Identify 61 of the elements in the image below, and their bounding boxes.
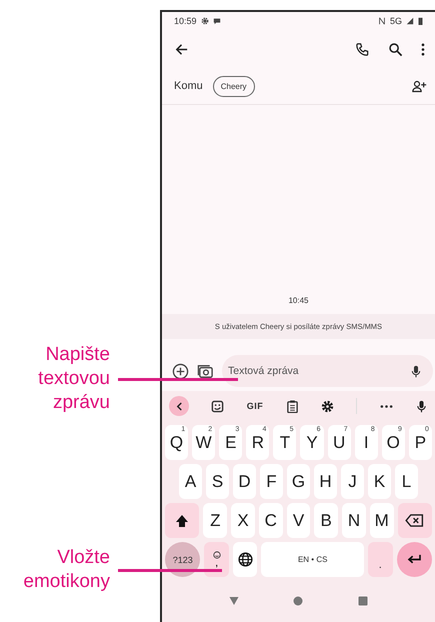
letter-key[interactable]: K (368, 464, 391, 499)
letter-key[interactable]: M (370, 503, 394, 538)
to-label: Komu (174, 80, 203, 92)
letter-key[interactable]: G (287, 464, 310, 499)
enter-key[interactable] (396, 542, 432, 577)
back-triangle-icon[interactable] (229, 596, 240, 606)
letter-key[interactable]: S (206, 464, 229, 499)
backspace-icon (405, 514, 424, 527)
settings-icon[interactable] (320, 400, 334, 412)
search-icon[interactable] (388, 42, 403, 56)
recents-square-icon[interactable] (358, 596, 368, 606)
letter-key[interactable]: H (314, 464, 337, 499)
shift-arrow-icon (175, 514, 190, 528)
more-menu-icon[interactable] (421, 42, 425, 56)
message-input-field[interactable]: Textová zpráva (222, 355, 433, 387)
shift-key[interactable] (165, 503, 200, 538)
home-circle-icon[interactable] (293, 596, 304, 606)
clipboard-icon[interactable] (286, 400, 299, 412)
nfc-icon (378, 17, 386, 25)
message-timestamp: 10:45 (288, 296, 309, 305)
emoji-comma-key[interactable]: , (204, 542, 229, 577)
letter-key[interactable]: V (286, 503, 310, 538)
chevron-left-icon (176, 402, 182, 410)
letter-key[interactable]: B (314, 503, 338, 538)
letter-key[interactable]: C (258, 503, 283, 538)
gif-button[interactable]: GIF (246, 401, 264, 411)
recipient-chip[interactable]: Cheery (212, 76, 255, 96)
globe-icon (238, 552, 253, 567)
microphone-icon[interactable] (411, 364, 421, 378)
microphone-icon[interactable] (414, 400, 428, 412)
collapse-button[interactable] (169, 396, 189, 416)
gallery-camera-icon[interactable] (197, 362, 214, 380)
letter-key[interactable]: J (341, 464, 364, 499)
letter-key[interactable]: A (179, 464, 202, 499)
add-person-icon[interactable] (412, 78, 427, 94)
network-type: 5G (390, 16, 402, 26)
letter-key[interactable]: D (233, 464, 256, 499)
callout-label: Vložte emotikony (23, 546, 110, 594)
back-arrow-icon[interactable] (174, 42, 189, 56)
callout-label: Napište textovou zprávu (38, 343, 110, 415)
letter-key[interactable]: F (260, 464, 283, 499)
signal-icon (406, 17, 414, 25)
status-time: 10:59 (174, 16, 197, 26)
gear-icon (200, 17, 209, 25)
add-circle-icon[interactable] (172, 362, 189, 380)
letter-key[interactable]: L (395, 464, 418, 499)
letter-key[interactable]: X (231, 503, 255, 538)
symbols-key[interactable]: ?123 (165, 542, 200, 577)
backspace-key[interactable] (398, 503, 432, 538)
battery-icon (418, 17, 423, 25)
letter-key[interactable]: Z (203, 503, 228, 538)
sticker-icon[interactable] (211, 400, 224, 412)
comma-label: , (215, 559, 218, 568)
letter-key[interactable]: N (342, 503, 366, 538)
phone-icon[interactable] (355, 42, 370, 56)
chat-icon (212, 17, 221, 25)
period-key[interactable]: . (368, 542, 393, 577)
return-arrow-icon (406, 554, 422, 565)
smiley-icon (212, 551, 221, 560)
space-key[interactable]: EN • CS (261, 542, 364, 577)
language-key[interactable] (232, 542, 258, 577)
